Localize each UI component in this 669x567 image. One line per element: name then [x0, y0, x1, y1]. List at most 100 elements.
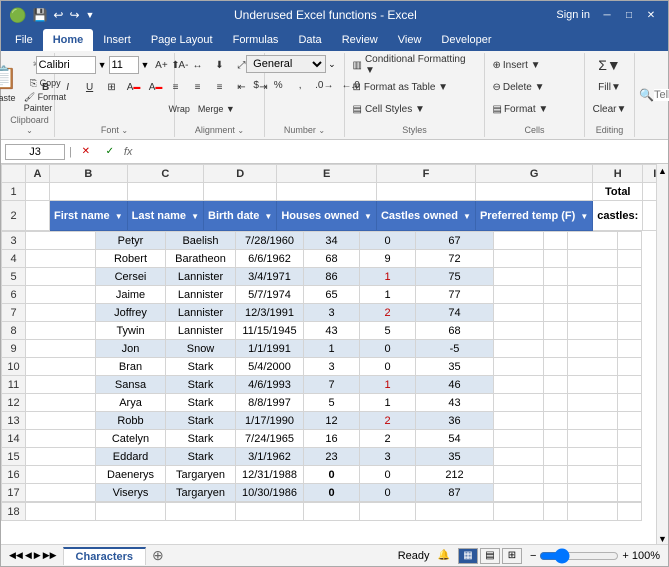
- cell-k7[interactable]: [618, 304, 642, 322]
- cell-first-name-9[interactable]: Jon: [96, 340, 166, 358]
- cell-last-name-7[interactable]: Lannister: [166, 304, 236, 322]
- cell-j18[interactable]: [568, 503, 618, 521]
- cell-birth-date-16[interactable]: 12/31/1988: [236, 466, 304, 484]
- cell-h17[interactable]: [494, 484, 544, 502]
- tab-page-layout[interactable]: Page Layout: [141, 29, 223, 51]
- wrap-text-button[interactable]: Wrap: [166, 99, 193, 119]
- cell-h3[interactable]: [494, 232, 544, 250]
- cell-last-name-6[interactable]: Lannister: [166, 286, 236, 304]
- cell-j15[interactable]: [568, 448, 618, 466]
- sign-in-button[interactable]: Sign in: [556, 9, 590, 21]
- cell-h11[interactable]: [494, 376, 544, 394]
- cell-houses-15[interactable]: 23: [304, 448, 360, 466]
- cell-reference-box[interactable]: [5, 144, 65, 160]
- cell-j8[interactable]: [568, 322, 618, 340]
- cell-g18[interactable]: [416, 503, 494, 521]
- cell-a5[interactable]: [26, 268, 96, 286]
- cell-h2[interactable]: castles:: [593, 201, 643, 231]
- formula-input[interactable]: [136, 146, 664, 158]
- cell-castles-5[interactable]: 1: [360, 268, 416, 286]
- cell-a11[interactable]: [26, 376, 96, 394]
- clear-button[interactable]: Clear▼: [590, 99, 630, 119]
- cell-houses-6[interactable]: 65: [304, 286, 360, 304]
- cell-i11[interactable]: [544, 376, 568, 394]
- number-format-select[interactable]: General: [246, 55, 326, 73]
- cell-j11[interactable]: [568, 376, 618, 394]
- cell-last-name-3[interactable]: Baelish: [166, 232, 236, 250]
- tab-insert[interactable]: Insert: [93, 29, 141, 51]
- cell-h13[interactable]: [494, 412, 544, 430]
- close-button[interactable]: ✕: [642, 6, 660, 24]
- cell-temp-9[interactable]: -5: [416, 340, 494, 358]
- cell-j10[interactable]: [568, 358, 618, 376]
- cell-k6[interactable]: [618, 286, 642, 304]
- cell-a8[interactable]: [26, 322, 96, 340]
- cell-i12[interactable]: [544, 394, 568, 412]
- scroll-down-button[interactable]: ▼: [658, 534, 667, 544]
- format-as-table-button[interactable]: ⊞ Format as Table ▼: [350, 77, 480, 97]
- cell-birth-date-6[interactable]: 5/7/1974: [236, 286, 304, 304]
- scroll-up-button[interactable]: ▲: [658, 166, 667, 176]
- cell-b1[interactable]: [50, 183, 128, 201]
- cell-a13[interactable]: [26, 412, 96, 430]
- cell-castles-7[interactable]: 2: [360, 304, 416, 322]
- cell-castles-16[interactable]: 0: [360, 466, 416, 484]
- cell-first-name-6[interactable]: Jaime: [96, 286, 166, 304]
- col-header-i[interactable]: I: [643, 165, 656, 183]
- cell-birth-date-10[interactable]: 5/4/2000: [236, 358, 304, 376]
- cell-i17[interactable]: [544, 484, 568, 502]
- cell-last-name-12[interactable]: Stark: [166, 394, 236, 412]
- cell-a18[interactable]: [26, 503, 96, 521]
- scroll-left-sheet-button[interactable]: ◀◀: [9, 550, 23, 561]
- cell-i15[interactable]: [544, 448, 568, 466]
- cell-last-name-8[interactable]: Lannister: [166, 322, 236, 340]
- col-header-f[interactable]: F: [376, 165, 475, 183]
- delete-cells-button[interactable]: ⊖Delete ▼: [490, 77, 580, 97]
- italic-button[interactable]: I: [58, 77, 78, 97]
- cell-castles-6[interactable]: 1: [360, 286, 416, 304]
- insert-cells-button[interactable]: ⊕Insert ▼: [490, 55, 580, 75]
- cell-houses-10[interactable]: 3: [304, 358, 360, 376]
- cell-h6[interactable]: [494, 286, 544, 304]
- cell-last-name-5[interactable]: Lannister: [166, 268, 236, 286]
- comma-button[interactable]: ,: [290, 75, 310, 95]
- cell-first-name-16[interactable]: Daenerys: [96, 466, 166, 484]
- cell-first-name-14[interactable]: Catelyn: [96, 430, 166, 448]
- cell-castles-3[interactable]: 0: [360, 232, 416, 250]
- cell-j13[interactable]: [568, 412, 618, 430]
- col-header-a[interactable]: A: [26, 165, 50, 183]
- sheet-tab-characters[interactable]: Characters: [63, 547, 146, 565]
- save-button[interactable]: 💾: [32, 8, 47, 22]
- cell-h5[interactable]: [494, 268, 544, 286]
- header-preferred-temp[interactable]: Preferred temp (F) ▼: [475, 201, 592, 231]
- cell-k11[interactable]: [618, 376, 642, 394]
- cell-first-name-11[interactable]: Sansa: [96, 376, 166, 394]
- cell-j4[interactable]: [568, 250, 618, 268]
- cell-castles-9[interactable]: 0: [360, 340, 416, 358]
- cell-houses-17[interactable]: 0: [304, 484, 360, 502]
- cell-h4[interactable]: [494, 250, 544, 268]
- tab-review[interactable]: Review: [332, 29, 388, 51]
- tab-file[interactable]: File: [5, 29, 43, 51]
- cell-k4[interactable]: [618, 250, 642, 268]
- format-cells-button[interactable]: ▤Format ▼: [490, 99, 580, 119]
- confirm-formula-button[interactable]: ✓: [100, 142, 120, 162]
- cell-houses-14[interactable]: 16: [304, 430, 360, 448]
- cell-temp-10[interactable]: 35: [416, 358, 494, 376]
- cell-i8[interactable]: [544, 322, 568, 340]
- cell-first-name-4[interactable]: Robert: [96, 250, 166, 268]
- conditional-formatting-button[interactable]: ▥ Conditional Formatting ▼: [350, 55, 480, 75]
- tell-me-input[interactable]: [654, 89, 669, 101]
- cell-temp-14[interactable]: 54: [416, 430, 494, 448]
- cell-a15[interactable]: [26, 448, 96, 466]
- sheet-scroll-area[interactable]: A B C D E F G H I J K: [1, 164, 656, 544]
- customize-quick-access[interactable]: ▼: [86, 10, 95, 20]
- cell-h10[interactable]: [494, 358, 544, 376]
- scroll-left-button[interactable]: ◀: [25, 550, 32, 561]
- cell-temp-11[interactable]: 46: [416, 376, 494, 394]
- align-center-button[interactable]: ≡: [188, 77, 208, 97]
- align-top-button[interactable]: ⬆: [166, 55, 186, 75]
- bold-button[interactable]: B: [36, 77, 56, 97]
- tab-data[interactable]: Data: [288, 29, 331, 51]
- cell-j3[interactable]: [568, 232, 618, 250]
